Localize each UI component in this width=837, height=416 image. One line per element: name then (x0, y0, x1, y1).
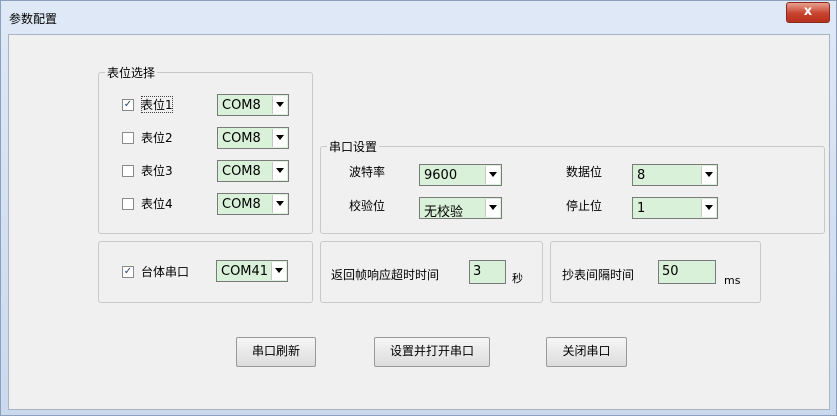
databits-value: 8 (637, 168, 646, 183)
baud-select[interactable]: 9600 (419, 164, 502, 186)
parity-select[interactable]: 无校验 (419, 197, 502, 220)
bench-port-group: ✓ 台体串口 COM41 (98, 241, 313, 303)
interval-group: 抄表间隔时间 50 ms (550, 241, 761, 303)
bench-port-select[interactable]: COM41 (216, 260, 288, 282)
bench-port-value: COM41 (221, 264, 269, 279)
serial-settings-group: 串口设置 波特率 9600 校验位 无校验 数据位 8 停止位 1 (320, 138, 825, 234)
chevron-down-icon[interactable] (485, 199, 500, 217)
set-and-open-port-button[interactable]: 设置并打开串口 (374, 337, 490, 367)
serial-settings-legend: 串口设置 (327, 138, 380, 155)
baud-label: 波特率 (349, 165, 386, 179)
close-port-button[interactable]: 关闭串口 (546, 337, 627, 367)
close-icon: x (803, 4, 813, 19)
title-bar: 参数配置 x (1, 1, 836, 34)
meter1-checkbox[interactable]: ✓ (122, 99, 134, 111)
meter3-port-select[interactable]: COM8 (217, 160, 289, 182)
chevron-down-icon[interactable] (272, 195, 287, 213)
baud-value: 9600 (424, 168, 458, 183)
meter3-label: 表位3 (141, 164, 173, 178)
window-title: 参数配置 (9, 12, 58, 26)
meter-select-group: 表位选择 ✓ 表位1 COM8 表位2 COM8 表位3 COM8 表位4 CO… (98, 64, 313, 234)
interval-value: 50 (662, 264, 679, 279)
bench-port-checkbox[interactable]: ✓ (122, 266, 134, 278)
meter1-label: 表位1 (141, 96, 173, 113)
refresh-ports-button[interactable]: 串口刷新 (236, 337, 316, 367)
meter1-port-value: COM8 (222, 98, 261, 113)
interval-input[interactable]: 50 (658, 260, 716, 284)
interval-label: 抄表间隔时间 (562, 268, 635, 282)
meter4-checkbox[interactable] (122, 198, 134, 210)
config-window: 参数配置 x 表位选择 ✓ 表位1 COM8 表位2 COM8 表位3 COM8 (0, 0, 837, 416)
chevron-down-icon[interactable] (701, 166, 716, 184)
meter3-port-value: COM8 (222, 164, 261, 179)
stopbits-value: 1 (637, 201, 646, 216)
stopbits-label: 停止位 (566, 199, 603, 213)
meter4-port-value: COM8 (222, 197, 261, 212)
bench-port-label: 台体串口 (141, 265, 190, 279)
timeout-unit: 秒 (512, 272, 523, 285)
databits-label: 数据位 (566, 165, 603, 179)
chevron-down-icon[interactable] (271, 262, 286, 280)
chevron-down-icon[interactable] (485, 166, 500, 184)
chevron-down-icon[interactable] (701, 199, 716, 217)
chevron-down-icon[interactable] (272, 96, 287, 114)
close-button[interactable]: x (786, 2, 830, 23)
meter2-port-value: COM8 (222, 131, 261, 146)
parity-label: 校验位 (349, 199, 386, 213)
parity-value: 无校验 (424, 205, 464, 220)
meter-select-legend: 表位选择 (105, 64, 158, 81)
timeout-label: 返回帧响应超时时间 (331, 268, 440, 282)
meter3-checkbox[interactable] (122, 165, 134, 177)
databits-select[interactable]: 8 (632, 164, 718, 186)
meter4-label: 表位4 (141, 197, 173, 211)
interval-unit: ms (724, 274, 741, 287)
meter2-label: 表位2 (141, 131, 173, 145)
timeout-input[interactable]: 3 (469, 260, 506, 284)
chevron-down-icon[interactable] (272, 129, 287, 147)
chevron-down-icon[interactable] (272, 162, 287, 180)
meter4-port-select[interactable]: COM8 (217, 193, 289, 215)
meter2-checkbox[interactable] (122, 132, 134, 144)
meter1-port-select[interactable]: COM8 (217, 94, 289, 116)
dialog-client: 表位选择 ✓ 表位1 COM8 表位2 COM8 表位3 COM8 表位4 CO… (8, 34, 830, 410)
timeout-group: 返回帧响应超时时间 3 秒 (320, 241, 543, 303)
timeout-value: 3 (473, 264, 482, 279)
stopbits-select[interactable]: 1 (632, 197, 718, 219)
meter2-port-select[interactable]: COM8 (217, 127, 289, 149)
